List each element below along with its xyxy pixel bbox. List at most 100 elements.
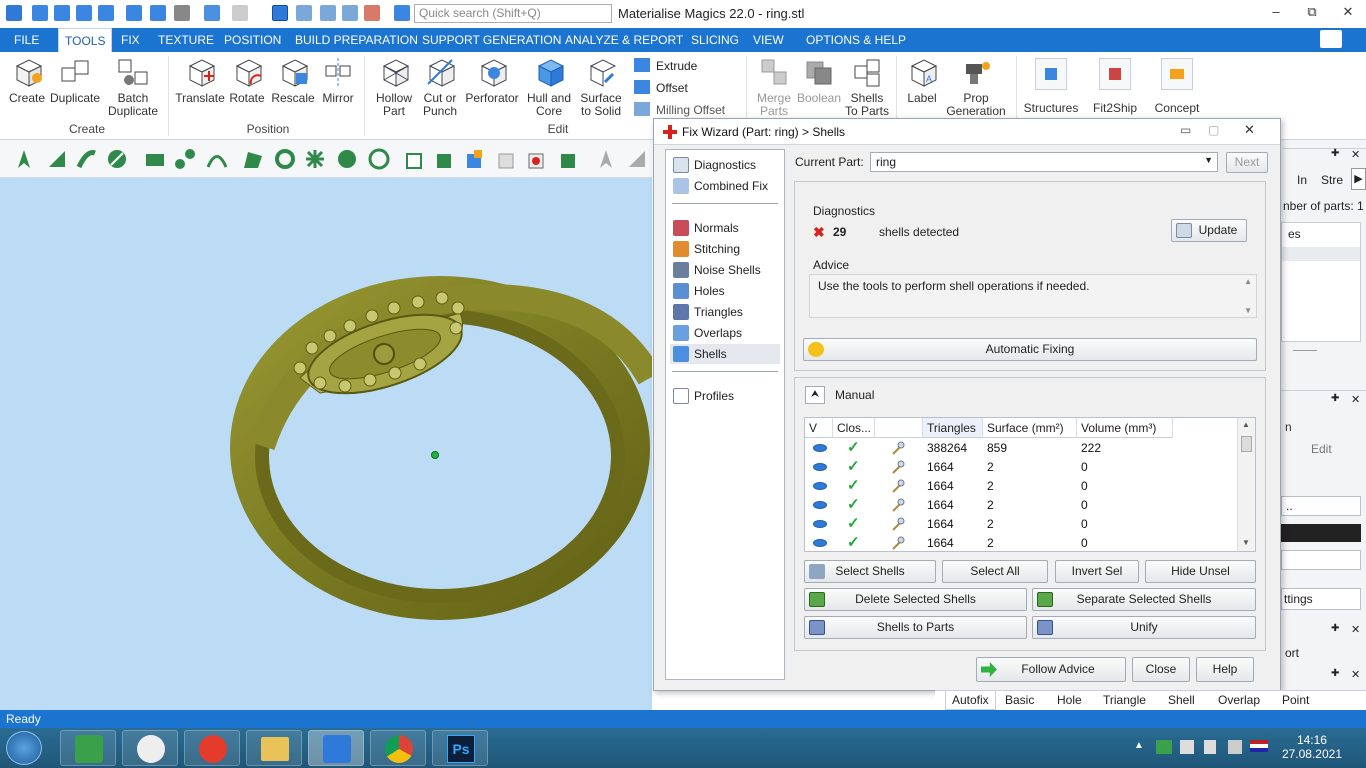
tab-slicing[interactable]: SLICING [685,28,745,52]
surface-to-solid-button[interactable]: Surface to Solid [578,56,624,118]
invert-selection-button[interactable]: Invert Sel [1055,560,1139,583]
tab-basic[interactable]: Basic [1005,693,1034,707]
nav-stitching[interactable]: Stitching [670,239,780,259]
rotate-button[interactable]: Rotate [228,56,266,105]
eye-icon[interactable] [813,463,827,471]
unify-button[interactable]: Unify [1032,616,1256,639]
dialog-close-icon[interactable]: ✕ [1244,122,1255,138]
separate-selected-shells-button[interactable]: Separate Selected Shells [1032,588,1256,611]
view-cube-front-icon[interactable] [404,148,426,170]
fix-wand-icon[interactable] [891,536,905,550]
tab-shell[interactable]: Shell [1168,693,1195,707]
tab-view[interactable]: VIEW [747,28,790,52]
view-cube-red-icon[interactable] [526,148,548,170]
dialog-title-bar[interactable]: Fix Wizard (Part: ring) > Shells ▭ ▢ ✕ [654,119,1280,145]
import-icon[interactable] [126,5,142,21]
boolean-button[interactable]: Boolean [796,56,842,105]
table-row[interactable]: ✓ 1664 2 0 [805,458,1235,477]
restore-button[interactable]: ⧉ [1302,4,1322,20]
col-surface-header[interactable]: Surface (mm²) [983,418,1077,438]
panel4-close-icon[interactable]: ✕ [1351,668,1360,681]
eye-icon[interactable] [813,482,827,490]
color-swatch[interactable] [1281,524,1361,542]
col-action-header[interactable] [875,418,923,438]
panel4-pin-icon[interactable]: ✚ [1331,668,1339,679]
tray-expand-icon[interactable]: ▲ [1134,740,1144,751]
dialog-maximize-button[interactable]: ▢ [1208,123,1219,137]
fix-wand-icon[interactable] [891,479,905,493]
automatic-fixing-button[interactable]: Automatic Fixing [803,338,1257,361]
panel-pin-icon[interactable]: ✚ [1331,148,1339,159]
batch-duplicate-button[interactable]: Batch Duplicate [106,56,160,118]
shells-table[interactable]: V Clos... Triangles Surface (mm²) Volume… [804,417,1256,552]
mark-star-icon[interactable] [304,148,326,170]
select-mode-icon[interactable] [272,5,288,21]
close-part-icon[interactable] [174,5,190,21]
hull-core-button[interactable]: Hull and Core [522,56,576,118]
delete-selected-shells-button[interactable]: Delete Selected Shells [804,588,1027,611]
view-cube-top-icon[interactable] [434,148,456,170]
tab-build-preparation[interactable]: BUILD PREPARATION [289,28,424,52]
panel3-close-icon[interactable]: ✕ [1351,623,1360,636]
save-all-icon[interactable] [98,5,114,21]
open-file-icon[interactable] [54,5,70,21]
table-row[interactable]: ✓ 1664 2 0 [805,515,1235,534]
scroll-down-icon[interactable]: ▼ [1242,538,1250,547]
nav-combined-fix[interactable]: Combined Fix [670,176,780,196]
mark-wheel-icon[interactable] [336,148,358,170]
taskbar-chrome[interactable] [370,730,426,766]
scroll-down-icon[interactable]: ▼ [1244,306,1252,315]
nav-diagnostics[interactable]: Diagnostics [670,155,780,175]
col-volume-header[interactable]: Volume (mm³) [1077,418,1173,438]
table-row[interactable]: ✓ 1664 2 0 [805,534,1235,551]
zoom-icon[interactable] [296,5,312,21]
table-row[interactable]: ✓ 1664 2 0 [805,477,1235,496]
collapse-chevron-icon[interactable]: ⮝ [805,386,825,404]
eye-icon[interactable] [813,520,827,528]
export-icon[interactable] [150,5,166,21]
update-button[interactable]: Update [1171,219,1247,242]
fix-wand-icon[interactable] [891,517,905,531]
merge-parts-button[interactable]: Merge Parts [752,56,796,118]
mark-area-icon[interactable] [242,148,264,170]
network-icon[interactable] [1228,740,1242,754]
table-scrollbar[interactable]: ▲ ▼ [1237,418,1255,551]
volume-icon[interactable] [1180,740,1194,754]
redo-icon[interactable] [232,5,248,21]
eye-icon[interactable] [813,444,827,452]
minimize-button[interactable]: – [1266,4,1286,19]
panel-tab-stre[interactable]: Stre [1321,173,1343,187]
ribbon-layout-icon[interactable] [1320,30,1342,48]
select-surface-icon[interactable] [76,148,98,170]
panel-edit-button[interactable]: Edit [1311,442,1332,456]
panel2-pin-icon[interactable]: ✚ [1331,393,1339,404]
select-shell-icon[interactable] [106,148,128,170]
taskbar-app-m[interactable] [60,730,116,766]
scroll-up-icon[interactable]: ▲ [1242,420,1250,429]
hollow-part-button[interactable]: Hollow Part [370,56,418,118]
prop-generation-button[interactable]: Prop Generation [946,56,1006,118]
nav-noise-shells[interactable]: Noise Shells [670,260,780,280]
undo-icon[interactable] [204,5,220,21]
tab-hole[interactable]: Hole [1057,693,1082,707]
tab-texture[interactable]: TEXTURE [152,28,220,52]
close-button[interactable]: Close [1132,657,1190,682]
tab-support-generation[interactable]: SUPPORT GENERATION [416,28,567,52]
taskbar-materialise-magics[interactable] [308,730,364,766]
eye-icon[interactable] [813,501,827,509]
nav-normals[interactable]: Normals [670,218,780,238]
translate-button[interactable]: Translate [174,56,226,105]
col-triangles-header[interactable]: Triangles [923,418,983,438]
structures-button[interactable]: Structures [1022,58,1080,115]
nav-shells[interactable]: Shells [670,344,780,364]
start-button-icon[interactable] [6,731,42,765]
mark-contour-icon[interactable] [274,148,296,170]
fit2ship-button[interactable]: Fit2Ship [1090,58,1140,115]
hide-unselected-button[interactable]: Hide Unsel [1145,560,1256,583]
ring-model-icon[interactable] [0,178,662,710]
mirror-button[interactable]: Mirror [318,56,358,105]
taskbar-yandex-browser[interactable] [184,730,240,766]
duplicate-button[interactable]: Duplicate [50,56,100,105]
fix-wand-icon[interactable] [891,498,905,512]
settings-gear-icon[interactable] [394,5,410,21]
